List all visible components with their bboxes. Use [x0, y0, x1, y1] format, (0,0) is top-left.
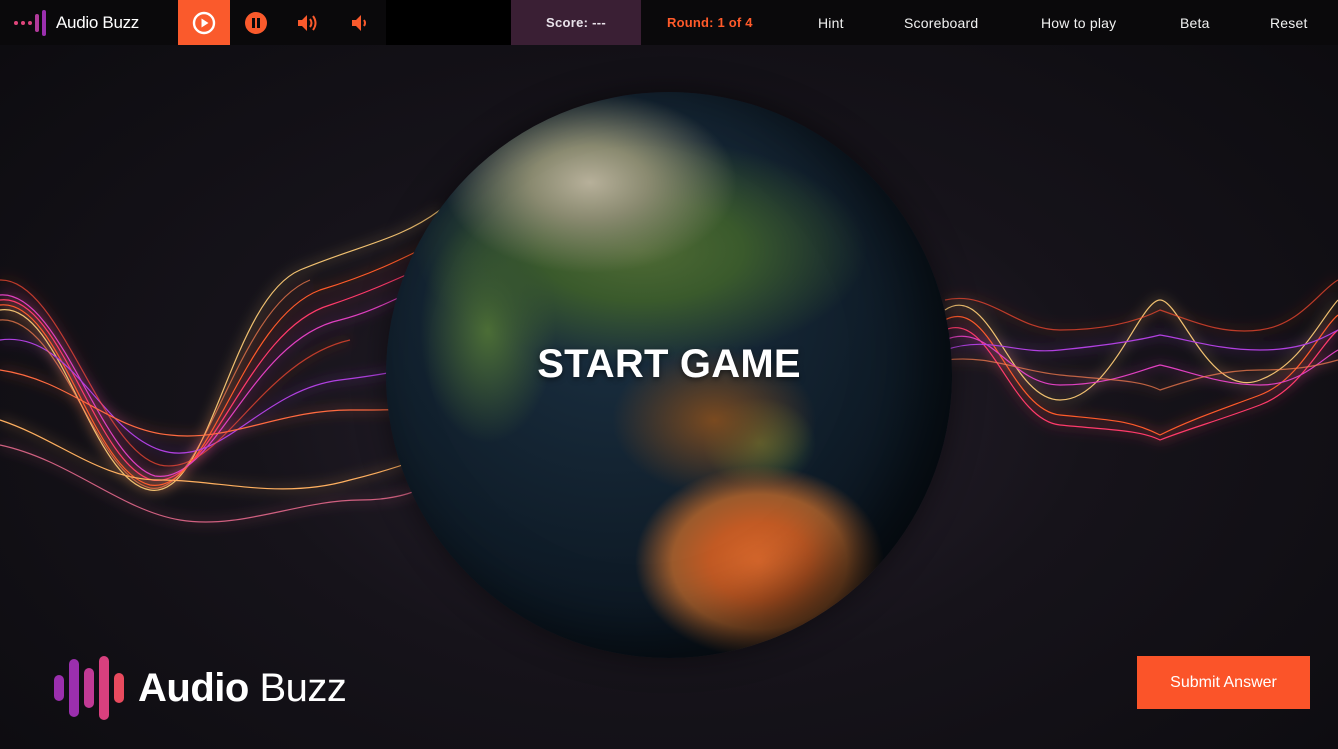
volume-up-icon	[298, 14, 317, 31]
play-circle-icon	[192, 11, 216, 34]
submit-answer-button[interactable]: Submit Answer	[1137, 656, 1310, 709]
volume-down-button[interactable]	[334, 0, 386, 45]
logo-word-bold: Audio	[138, 665, 249, 710]
brand-name: Audio Buzz	[56, 12, 139, 32]
pause-button[interactable]	[230, 0, 282, 45]
nav-hint[interactable]: Hint	[818, 15, 844, 31]
audio-bars-icon	[54, 656, 124, 720]
start-game-button[interactable]: START GAME	[531, 342, 806, 387]
nav-how-to-play[interactable]: How to play	[1041, 15, 1116, 31]
score-display: Score: ---	[511, 0, 641, 45]
round-indicator: Round: 1 of 4	[667, 15, 753, 30]
footer-logo: Audio Buzz	[54, 656, 347, 720]
nav-beta[interactable]: Beta	[1180, 15, 1210, 31]
logo-word-light: Buzz	[259, 665, 347, 710]
nav-scoreboard[interactable]: Scoreboard	[904, 15, 978, 31]
brand-logo[interactable]: Audio Buzz	[0, 0, 178, 45]
audio-bars-icon	[14, 9, 46, 36]
toolbar-spacer	[386, 0, 511, 45]
nav-reset[interactable]: Reset	[1270, 15, 1308, 31]
play-button[interactable]	[178, 0, 230, 45]
volume-down-icon	[352, 14, 366, 31]
top-bar: Audio Buzz Score: --- Round: 1 of 4 Hint…	[0, 0, 1338, 45]
volume-up-button[interactable]	[282, 0, 334, 45]
pause-icon	[245, 11, 267, 34]
